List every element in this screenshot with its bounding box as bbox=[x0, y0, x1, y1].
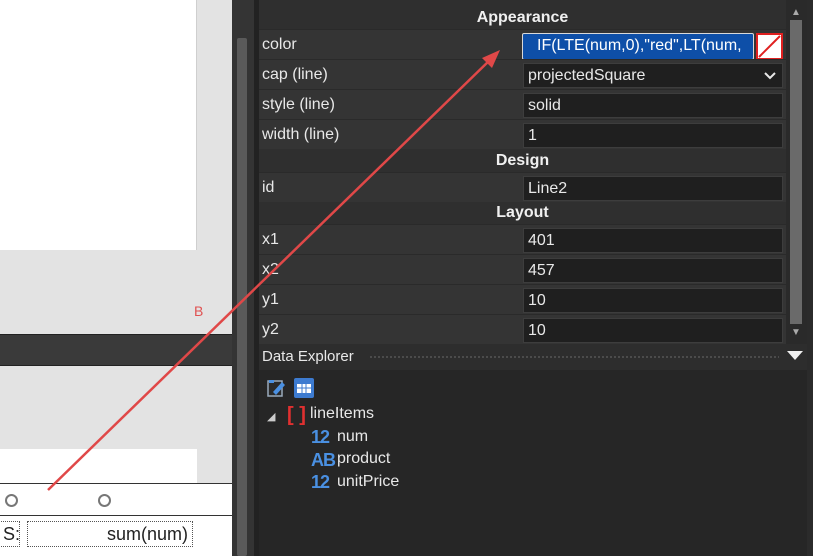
group-header-layout[interactable]: Layout bbox=[259, 203, 786, 223]
cap-select[interactable]: projectedSquare bbox=[523, 63, 783, 88]
no-color-swatch-icon[interactable] bbox=[756, 33, 783, 60]
line-start-handle[interactable] bbox=[5, 494, 18, 507]
prop-name: x2 bbox=[262, 261, 279, 278]
style-input[interactable]: solid bbox=[523, 93, 783, 118]
canvas-marker-label: B bbox=[194, 303, 204, 319]
prop-name: y2 bbox=[262, 321, 279, 338]
prop-row-y2[interactable]: y2 10 bbox=[259, 314, 786, 344]
prop-row-color[interactable]: color IF(LTE(num,0),"red",LT(num, bbox=[259, 29, 786, 60]
group-header-design[interactable]: Design bbox=[259, 151, 786, 171]
numeric-type-icon: 12 bbox=[311, 472, 330, 492]
prop-name: x1 bbox=[262, 231, 279, 248]
prop-row-x2[interactable]: x2 457 bbox=[259, 254, 786, 284]
scroll-down-icon[interactable]: ▼ bbox=[791, 328, 801, 338]
property-grid: Appearance color IF(LTE(num,0),"red",LT(… bbox=[259, 0, 786, 344]
property-grid-scrollbar-thumb[interactable] bbox=[790, 20, 802, 324]
drag-grip[interactable] bbox=[369, 355, 779, 360]
collapse-triangle-icon[interactable] bbox=[787, 351, 803, 360]
text-type-icon: AB bbox=[311, 450, 336, 470]
color-expression-input[interactable]: IF(LTE(num,0),"red",LT(num, bbox=[522, 33, 754, 60]
prop-name: y1 bbox=[262, 291, 279, 308]
prop-name: cap (line) bbox=[262, 66, 328, 83]
detail-band[interactable] bbox=[0, 483, 232, 516]
prop-row-cap[interactable]: cap (line) projectedSquare bbox=[259, 59, 786, 89]
x2-input[interactable]: 457 bbox=[523, 258, 783, 283]
prop-row-style[interactable]: style (line) solid bbox=[259, 89, 786, 119]
y2-input[interactable]: 10 bbox=[523, 318, 783, 343]
line-end-handle[interactable] bbox=[98, 494, 111, 507]
footer-band[interactable]: S: sum(num) bbox=[0, 516, 232, 556]
tree-node-lineitems[interactable]: lineItems bbox=[310, 405, 374, 423]
footer-sum-field[interactable]: sum(num) bbox=[27, 521, 193, 547]
x1-input[interactable]: 401 bbox=[523, 228, 783, 253]
width-input[interactable]: 1 bbox=[523, 123, 783, 148]
report-designer-canvas[interactable]: B S: sum(num) bbox=[0, 0, 232, 556]
data-explorer-header[interactable]: Data Explorer bbox=[259, 344, 807, 370]
prop-name: color bbox=[262, 36, 297, 53]
y1-input[interactable]: 10 bbox=[523, 288, 783, 313]
prop-name: id bbox=[262, 179, 275, 196]
prop-name: width (line) bbox=[262, 126, 340, 143]
id-input[interactable]: Line2 bbox=[523, 176, 783, 201]
table-view-icon[interactable] bbox=[294, 378, 314, 398]
group-header-appearance[interactable]: Appearance bbox=[259, 8, 786, 28]
cap-select-value: projectedSquare bbox=[528, 67, 646, 84]
band-header-bar[interactable] bbox=[0, 334, 232, 366]
data-explorer-panel: Data Explorer ◢ [ ] lineItems 12 num AB … bbox=[259, 344, 807, 556]
numeric-type-icon: 12 bbox=[311, 427, 330, 447]
prop-name: style (line) bbox=[262, 96, 335, 113]
canvas-scrollbar-thumb[interactable] bbox=[237, 38, 247, 556]
edit-datasource-icon[interactable] bbox=[267, 378, 287, 398]
report-page-area[interactable] bbox=[0, 0, 197, 250]
prop-row-id[interactable]: id Line2 bbox=[259, 172, 786, 202]
tree-field-unitprice[interactable]: unitPrice bbox=[337, 473, 399, 491]
data-explorer-title: Data Explorer bbox=[262, 348, 354, 365]
window-right-edge bbox=[807, 0, 813, 556]
prop-row-y1[interactable]: y1 10 bbox=[259, 284, 786, 314]
tree-field-product[interactable]: product bbox=[337, 450, 390, 468]
prop-row-x1[interactable]: x1 401 bbox=[259, 224, 786, 254]
scroll-up-icon[interactable]: ▲ bbox=[791, 8, 801, 18]
array-brackets-icon: [ ] bbox=[287, 404, 306, 426]
footer-text-field[interactable]: S: bbox=[0, 521, 20, 547]
expand-triangle-icon[interactable]: ◢ bbox=[267, 410, 275, 423]
report-section[interactable] bbox=[0, 449, 197, 483]
prop-row-width[interactable]: width (line) 1 bbox=[259, 119, 786, 149]
tree-field-num[interactable]: num bbox=[337, 428, 368, 446]
